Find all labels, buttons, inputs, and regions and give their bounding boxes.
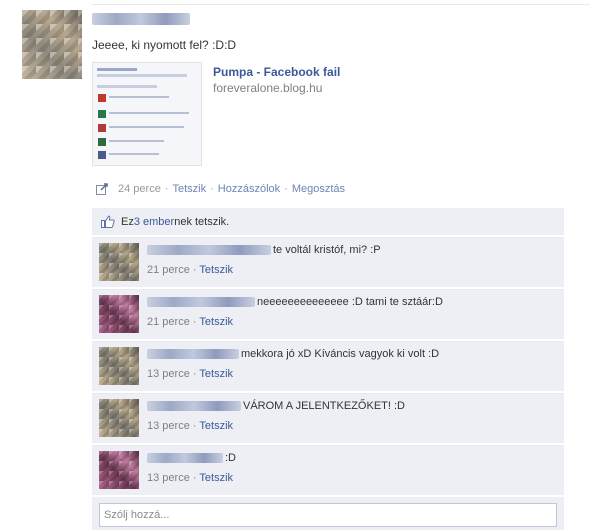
attachment-domain: foreveralone.blog.hu <box>213 81 323 95</box>
comment-item: mekkora jó xD Kíváncis vagyok ki volt :D… <box>92 341 564 391</box>
post-time[interactable]: 24 perce <box>118 183 161 195</box>
comment-text: te voltál kristóf, mi? :P <box>273 244 381 256</box>
reply-row <box>92 497 564 530</box>
comment-time[interactable]: 21 perce <box>147 316 190 328</box>
top-divider <box>92 4 590 5</box>
commenter-avatar[interactable] <box>99 347 139 385</box>
commenter-name-blurred[interactable] <box>147 401 241 412</box>
commenter-avatar[interactable] <box>99 243 139 281</box>
commenter-avatar[interactable] <box>99 399 139 437</box>
comment-text: mekkora jó xD Kíváncis vagyok ki volt :D <box>241 348 440 360</box>
comment-like-link[interactable]: Tetszik <box>199 316 233 328</box>
comment-time[interactable]: 21 perce <box>147 264 190 276</box>
share-icon <box>96 183 112 195</box>
commenter-avatar[interactable] <box>99 295 139 333</box>
comment-text: :D <box>225 452 236 464</box>
comment-like-link[interactable]: Tetszik <box>199 368 233 380</box>
attachment-title-link[interactable]: Pumpa - Facebook fail <box>213 65 340 79</box>
comment-item: :D 13 perce · Tetszik <box>92 445 564 495</box>
comment-like-link[interactable]: Tetszik <box>199 472 233 484</box>
feedback-box: Ez 3 ember nek tetszik. te voltál kristó… <box>92 208 564 530</box>
likes-prefix: Ez <box>121 215 134 228</box>
comment-time[interactable]: 13 perce <box>147 368 190 380</box>
poster-avatar[interactable] <box>22 10 82 79</box>
likes-people-link[interactable]: 3 ember <box>134 216 174 228</box>
comment-input[interactable] <box>99 503 557 527</box>
comment-like-link[interactable]: Tetszik <box>199 264 233 276</box>
poster-name-blurred[interactable] <box>92 13 190 25</box>
comment-item: neeeeeeeeeeeeee :D tami te sztáár:D 21 p… <box>92 289 564 339</box>
commenter-name-blurred[interactable] <box>147 453 223 464</box>
comment-time[interactable]: 13 perce <box>147 472 190 484</box>
post-message: Jeeee, ki nyomott fel? :D:D <box>92 38 237 52</box>
likes-row: Ez 3 ember nek tetszik. <box>92 208 564 235</box>
post-comment-link[interactable]: Hozzászólok <box>218 183 280 195</box>
comment-item: te voltál kristóf, mi? :P 21 perce · Tet… <box>92 237 564 287</box>
comment-time[interactable]: 13 perce <box>147 420 190 432</box>
likes-suffix: nek tetszik. <box>174 215 230 228</box>
post-share-link[interactable]: Megosztás <box>292 183 345 195</box>
attachment-thumbnail[interactable] <box>92 62 202 166</box>
commenter-name-blurred[interactable] <box>147 349 239 360</box>
comment-text: neeeeeeeeeeeeee :D tami te sztáár:D <box>257 296 443 308</box>
commenter-name-blurred[interactable] <box>147 245 271 256</box>
post-meta: 24 perce · Tetszik · Hozzászólok · Megos… <box>96 183 345 195</box>
thumbs-up-icon <box>101 215 115 228</box>
post-like-link[interactable]: Tetszik <box>172 183 206 195</box>
comment-like-link[interactable]: Tetszik <box>199 420 233 432</box>
comment-text: VÁROM A JELENTKEZŐKET! :D <box>243 400 405 412</box>
commenter-avatar[interactable] <box>99 451 139 489</box>
commenter-name-blurred[interactable] <box>147 297 255 308</box>
comment-item: VÁROM A JELENTKEZŐKET! :D 13 perce · Tet… <box>92 393 564 443</box>
